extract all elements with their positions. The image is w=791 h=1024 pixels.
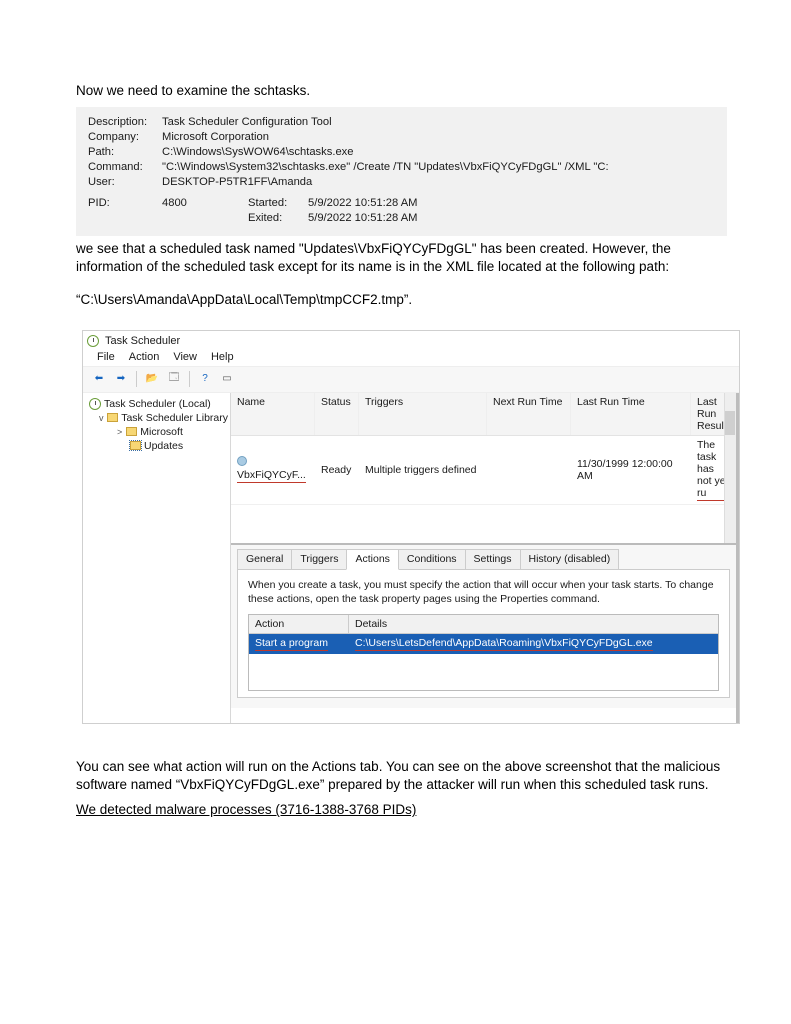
task-details-pane: General Triggers Actions Conditions Sett… (231, 543, 736, 708)
schtasks-properties-panel: Description:Task Scheduler Configuration… (76, 107, 727, 236)
properties-button[interactable]: 🗔 (164, 370, 184, 388)
forward-button[interactable]: ➡ (111, 370, 131, 388)
xml-path-text: “C:\Users\Amanda\AppData\Local\Temp\tmpC… (76, 291, 727, 310)
task-next-run (487, 467, 571, 473)
task-scheduler-window: Task Scheduler File Action View Help ⬅ ➡… (82, 330, 740, 724)
up-button[interactable]: 📂 (142, 370, 162, 388)
folder-icon (130, 441, 141, 450)
tree-library[interactable]: v Task Scheduler Library (85, 411, 228, 425)
label: Company: (88, 131, 162, 143)
tab-general[interactable]: General (237, 549, 292, 570)
menu-bar: File Action View Help (83, 349, 739, 366)
label: User: (88, 176, 162, 188)
task-list[interactable]: Name Status Triggers Next Run Time Last … (231, 393, 736, 543)
label: Command: (88, 161, 162, 173)
conclusion-text: You can see what action will run on the … (76, 758, 727, 796)
tree-label: Task Scheduler Library (121, 412, 228, 424)
label: Started: (248, 197, 308, 209)
task-status: Ready (315, 461, 359, 479)
scrollbar[interactable] (724, 393, 736, 543)
menu-file[interactable]: File (97, 351, 115, 363)
task-name: VbxFiQYCyF... (237, 469, 306, 483)
task-triggers: Multiple triggers defined (359, 461, 487, 479)
folder-icon (107, 413, 118, 422)
tab-triggers[interactable]: Triggers (291, 549, 347, 570)
col-details[interactable]: Details (349, 615, 718, 633)
value: Task Scheduler Configuration Tool (162, 116, 715, 128)
value: "C:\Windows\System32\schtasks.exe" /Crea… (162, 161, 715, 173)
intro-text: Now we need to examine the schtasks. (76, 82, 727, 101)
task-row[interactable]: VbxFiQYCyF... Ready Multiple triggers de… (231, 436, 736, 505)
menu-help[interactable]: Help (211, 351, 234, 363)
tree-updates[interactable]: Updates (85, 439, 228, 453)
task-list-header: Name Status Triggers Next Run Time Last … (231, 393, 736, 436)
actions-hint: When you create a task, you must specify… (248, 578, 719, 606)
window-titlebar: Task Scheduler (83, 331, 739, 349)
col-triggers[interactable]: Triggers (359, 393, 487, 435)
tab-settings[interactable]: Settings (465, 549, 521, 570)
col-status[interactable]: Status (315, 393, 359, 435)
action-details: C:\Users\LetsDefend\AppData\Roaming\VbxF… (355, 637, 653, 651)
actions-pane: When you create a task, you must specify… (237, 569, 730, 698)
value: 4800 (162, 197, 248, 209)
label: PID: (88, 197, 162, 209)
action-type: Start a program (255, 637, 328, 651)
tree-label: Microsoft (140, 426, 183, 438)
tree-label: Task Scheduler (Local) (104, 398, 211, 410)
col-name[interactable]: Name (231, 393, 315, 435)
task-last-run: 11/30/1999 12:00:00 AM (571, 455, 691, 485)
menu-view[interactable]: View (173, 351, 197, 363)
tab-conditions[interactable]: Conditions (398, 549, 466, 570)
tree-label: Updates (144, 440, 183, 452)
tree-root[interactable]: Task Scheduler (Local) (85, 397, 228, 411)
details-tabstrip: General Triggers Actions Conditions Sett… (237, 549, 730, 570)
value: Microsoft Corporation (162, 131, 715, 143)
clock-icon (89, 398, 101, 410)
folder-icon (126, 427, 137, 436)
value: DESKTOP-P5TR1FF\Amanda (162, 176, 715, 188)
col-next-run[interactable]: Next Run Time (487, 393, 571, 435)
toolbar-button[interactable]: ▭ (217, 370, 237, 388)
label: Description: (88, 116, 162, 128)
nav-tree[interactable]: Task Scheduler (Local) v Task Scheduler … (83, 393, 231, 723)
help-button[interactable]: ? (195, 370, 215, 388)
task-icon (237, 456, 247, 466)
tab-actions[interactable]: Actions (346, 549, 398, 570)
col-action[interactable]: Action (249, 615, 349, 633)
back-button[interactable]: ⬅ (89, 370, 109, 388)
label: Exited: (248, 212, 308, 224)
window-title: Task Scheduler (105, 335, 180, 347)
menu-action[interactable]: Action (129, 351, 160, 363)
value: 5/9/2022 10:51:28 AM (308, 197, 417, 209)
body-text: we see that a scheduled task named "Upda… (76, 240, 727, 277)
tab-history[interactable]: History (disabled) (520, 549, 620, 570)
value: C:\Windows\SysWOW64\schtasks.exe (162, 146, 715, 158)
toolbar: ⬅ ➡ 📂 🗔 ? ▭ (83, 366, 739, 393)
label: Path: (88, 146, 162, 158)
task-scheduler-icon (87, 335, 99, 347)
col-last-run[interactable]: Last Run Time (571, 393, 691, 435)
tree-microsoft[interactable]: > Microsoft (85, 425, 228, 439)
actions-table[interactable]: Action Details Start a program C:\Users\… (248, 614, 719, 691)
detected-malware-heading: We detected malware processes (3716-1388… (76, 801, 727, 820)
action-row[interactable]: Start a program C:\Users\LetsDefend\AppD… (249, 634, 718, 654)
value: 5/9/2022 10:51:28 AM (308, 212, 417, 224)
